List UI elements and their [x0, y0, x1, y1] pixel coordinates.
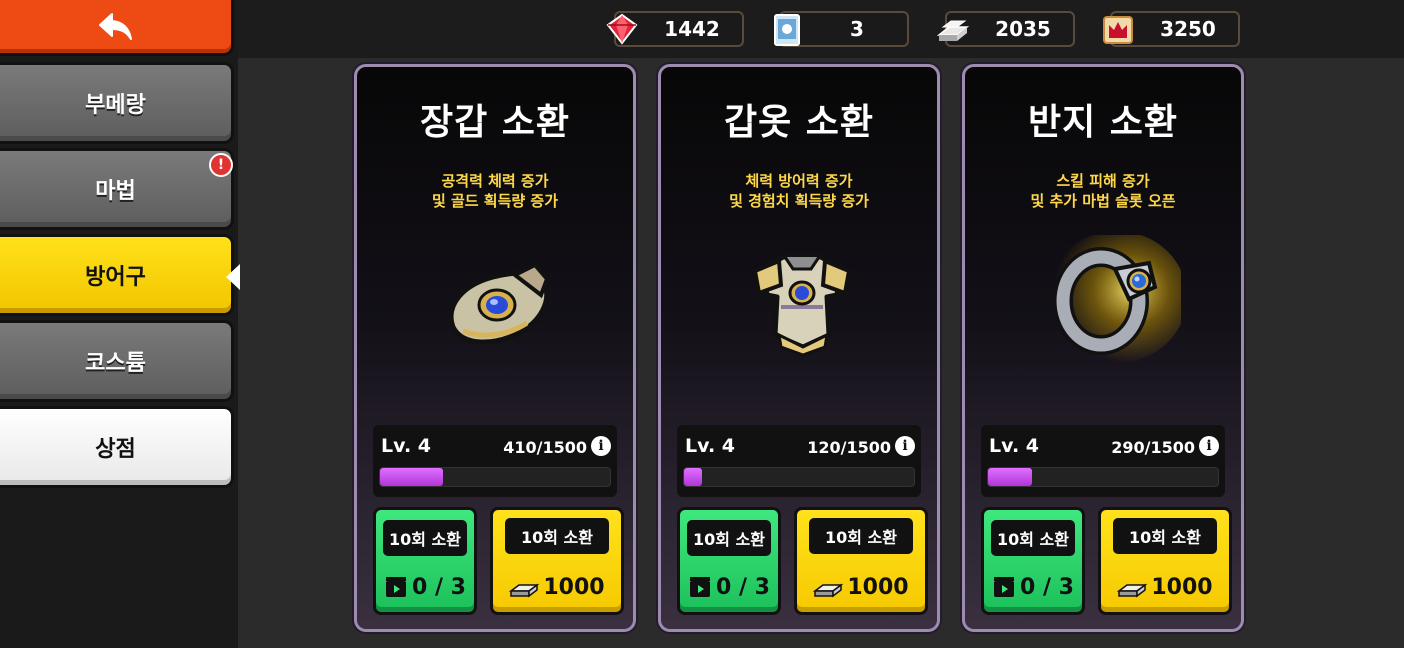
currency-gems[interactable]: 1442: [606, 11, 744, 47]
currency-silver[interactable]: 2035: [936, 11, 1075, 47]
ad-count: 0 / 3: [680, 570, 778, 604]
sidebar-tab-shop[interactable]: 상점: [0, 406, 234, 488]
alert-badge: !: [209, 153, 233, 177]
level-progress-fill: [988, 468, 1033, 486]
buy-cost: 1000: [493, 570, 621, 604]
video-ad-icon: [994, 577, 1015, 597]
ad-count-value: 0 / 3: [412, 574, 466, 600]
level-panel: Lv. 4 410/1500 i: [373, 425, 617, 497]
gauntlet-icon: [448, 262, 550, 345]
level-progress-bar: [379, 467, 611, 487]
sidebar-tab-boomerang[interactable]: 부메랑: [0, 62, 234, 144]
card-desc-line: 스킬 피해 증가: [1056, 172, 1150, 190]
crown-ticket-icon: [1103, 16, 1133, 44]
card-desc-line: 및 골드 획득량 증가: [431, 192, 559, 210]
category-sidebar: 부메랑 마법 ! 방어구 코스튬 상점: [0, 0, 238, 648]
level-label: Lv. 4: [989, 435, 1039, 457]
sidebar-tab-label: 마법: [95, 179, 136, 204]
level-progress-fill: [684, 468, 703, 486]
sidebar-tab-label: 코스튬: [85, 351, 146, 376]
button-label: 10회 소환: [505, 518, 609, 554]
button-label: 10회 소환: [1113, 518, 1217, 554]
buy-cost: 1000: [1101, 570, 1229, 604]
buy-cost-value: 1000: [543, 574, 605, 600]
button-label: 10회 소환: [687, 520, 771, 556]
silver-ingot-icon: [813, 583, 844, 598]
card-desc-line: 및 경험치 획득량 증가: [729, 192, 869, 210]
currency-value: 3250: [1160, 17, 1216, 41]
card-desc-line: 체력 방어력 증가: [745, 172, 853, 190]
level-progress-bar: [987, 467, 1219, 487]
card-description: 공격력 체력 증가 및 골드 획득량 증가: [357, 171, 633, 211]
red-gem-icon: [606, 13, 638, 45]
level-panel: Lv. 4 120/1500 i: [677, 425, 921, 497]
sidebar-tab-label: 상점: [95, 437, 136, 462]
ring-icon: [1047, 235, 1181, 363]
level-progress-text: 120/1500: [807, 438, 891, 457]
level-progress-text: 410/1500: [503, 438, 587, 457]
buy-summon-button[interactable]: 10회 소환 1000: [794, 507, 928, 615]
currency-bar: 1442 3 2035 3250: [238, 0, 1404, 58]
buy-summon-button[interactable]: 10회 소환 1000: [1098, 507, 1232, 615]
buy-cost: 1000: [797, 570, 925, 604]
video-ad-icon: [386, 577, 407, 597]
currency-value: 2035: [995, 17, 1051, 41]
armor-icon: [752, 254, 852, 357]
level-panel: Lv. 4 290/1500 i: [981, 425, 1225, 497]
back-arrow-icon: [98, 12, 132, 40]
summon-ticket-icon: [774, 14, 800, 46]
card-desc-line: 및 추가 마법 슬롯 오픈: [1030, 192, 1176, 210]
button-label: 10회 소환: [383, 520, 467, 556]
silver-ingot-icon: [936, 20, 970, 41]
video-ad-icon: [690, 577, 711, 597]
currency-tickets[interactable]: 3: [774, 11, 909, 47]
level-progress-text: 290/1500: [1111, 438, 1195, 457]
level-label: Lv. 4: [685, 435, 735, 457]
sidebar-tab-magic[interactable]: 마법 !: [0, 148, 234, 230]
level-label: Lv. 4: [381, 435, 431, 457]
card-desc-line: 공격력 체력 증가: [441, 172, 549, 190]
info-icon[interactable]: i: [1199, 436, 1219, 456]
currency-crown-tickets[interactable]: 3250: [1103, 11, 1240, 47]
info-icon[interactable]: i: [895, 436, 915, 456]
level-progress-fill: [380, 468, 443, 486]
silver-ingot-icon: [1117, 583, 1148, 598]
ad-count-value: 0 / 3: [716, 574, 770, 600]
currency-value: 3: [850, 17, 864, 41]
level-progress-bar: [683, 467, 915, 487]
sidebar-tab-armor[interactable]: 방어구: [0, 234, 234, 316]
silver-ingot-icon: [509, 583, 540, 598]
card-description: 스킬 피해 증가 및 추가 마법 슬롯 오픈: [965, 171, 1241, 211]
selected-tab-pointer: [226, 264, 240, 290]
ad-summon-button[interactable]: 10회 소환 0 / 3: [373, 507, 477, 615]
ad-summon-button[interactable]: 10회 소환 0 / 3: [677, 507, 781, 615]
card-title: 갑옷 소환: [723, 102, 874, 143]
currency-value: 1442: [664, 17, 720, 41]
sidebar-tab-label: 부메랑: [85, 93, 146, 118]
sidebar-tab-label: 방어구: [85, 265, 146, 290]
button-label: 10회 소환: [809, 518, 913, 554]
sidebar-tab-costume[interactable]: 코스튬: [0, 320, 234, 402]
ad-count: 0 / 3: [376, 570, 474, 604]
ad-count: 0 / 3: [984, 570, 1082, 604]
button-label: 10회 소환: [991, 520, 1075, 556]
summon-card-gloves: 장갑 소환 공격력 체력 증가 및 골드 획득량 증가 Lv. 4 410/15…: [354, 64, 636, 632]
summon-card-ring: 반지 소환 스킬 피해 증가 및 추가 마법 슬롯 오픈 Lv. 4 290/1…: [962, 64, 1244, 632]
card-description: 체력 방어력 증가 및 경험치 획득량 증가: [661, 171, 937, 211]
ad-summon-button[interactable]: 10회 소환 0 / 3: [981, 507, 1085, 615]
summon-card-armor: 갑옷 소환 체력 방어력 증가 및 경험치 획득량 증가 Lv. 4 120/1…: [658, 64, 940, 632]
buy-cost-value: 1000: [1151, 574, 1213, 600]
buy-summon-button[interactable]: 10회 소환 1000: [490, 507, 624, 615]
ad-count-value: 0 / 3: [1020, 574, 1074, 600]
card-title: 장갑 소환: [419, 102, 570, 143]
info-icon[interactable]: i: [591, 436, 611, 456]
buy-cost-value: 1000: [847, 574, 909, 600]
card-title: 반지 소환: [1027, 102, 1178, 143]
back-button[interactable]: [0, 0, 234, 56]
